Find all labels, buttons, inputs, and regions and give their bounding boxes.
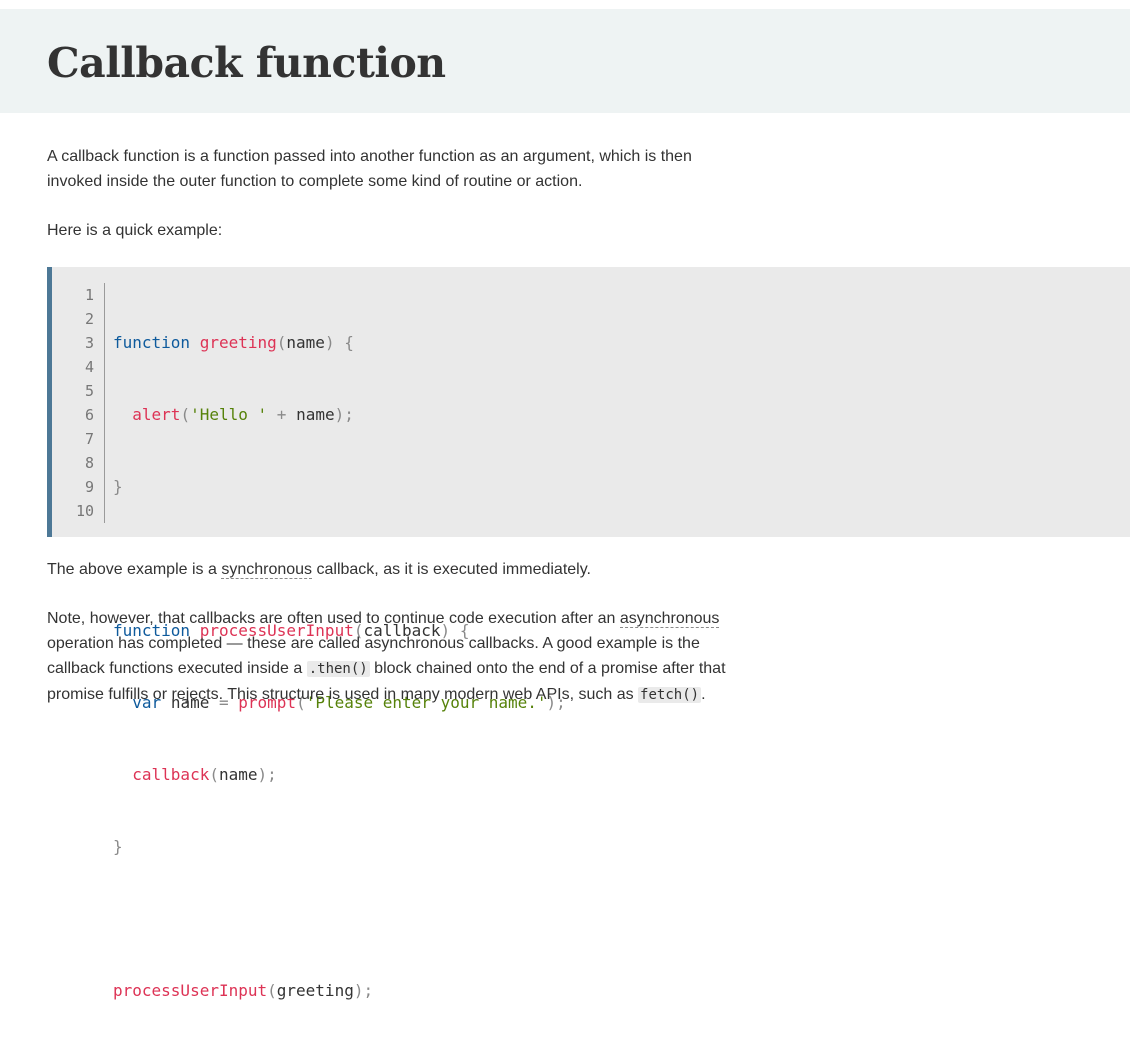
code-line: alert('Hello ' + name); [132,405,354,424]
line-number-gutter: 1 2 3 4 5 6 7 8 9 10 [52,283,105,523]
line-number: 3 [84,334,94,352]
synchronous-text-after: callback, as it is executed immediately. [312,561,591,578]
synchronous-text-before: The above example is a [47,561,222,578]
line-number: 8 [84,454,94,472]
note-text-end: . [701,686,706,703]
line-number: 4 [84,358,94,376]
page-title: Callback function [47,39,446,87]
code-line: } [113,837,123,856]
line-number: 6 [84,406,94,424]
code-line: function greeting(name) { [113,333,354,352]
line-number: 7 [84,430,94,448]
synchronous-paragraph: The above example is a synchronous callb… [47,557,727,582]
code-line: ​ [113,907,566,931]
example-intro-paragraph: Here is a quick example: [47,222,223,239]
line-number: 10 [75,502,94,520]
code-example-block: 1 2 3 4 5 6 7 8 9 10 function greeting(n… [47,267,1130,1000]
line-number: 9 [84,478,94,496]
note-text-before: Note, however, that callbacks are often … [47,610,620,627]
line-number: 2 [84,310,94,328]
asynchronous-note-paragraph: Note, however, that callbacks are often … [47,606,727,708]
fetch-code: fetch() [638,687,702,703]
line-number: 1 [84,286,94,304]
code-line: callback(name); [132,765,277,784]
asynchronous-link[interactable]: asynchronous [619,610,720,628]
code-line: } [113,477,123,496]
line-number: 5 [84,382,94,400]
code-line: processUserInput(greeting); [113,981,374,1000]
synchronous-link[interactable]: synchronous [221,561,313,579]
intro-paragraph: A callback function is a function passed… [47,148,692,190]
then-code: .then() [306,661,370,677]
